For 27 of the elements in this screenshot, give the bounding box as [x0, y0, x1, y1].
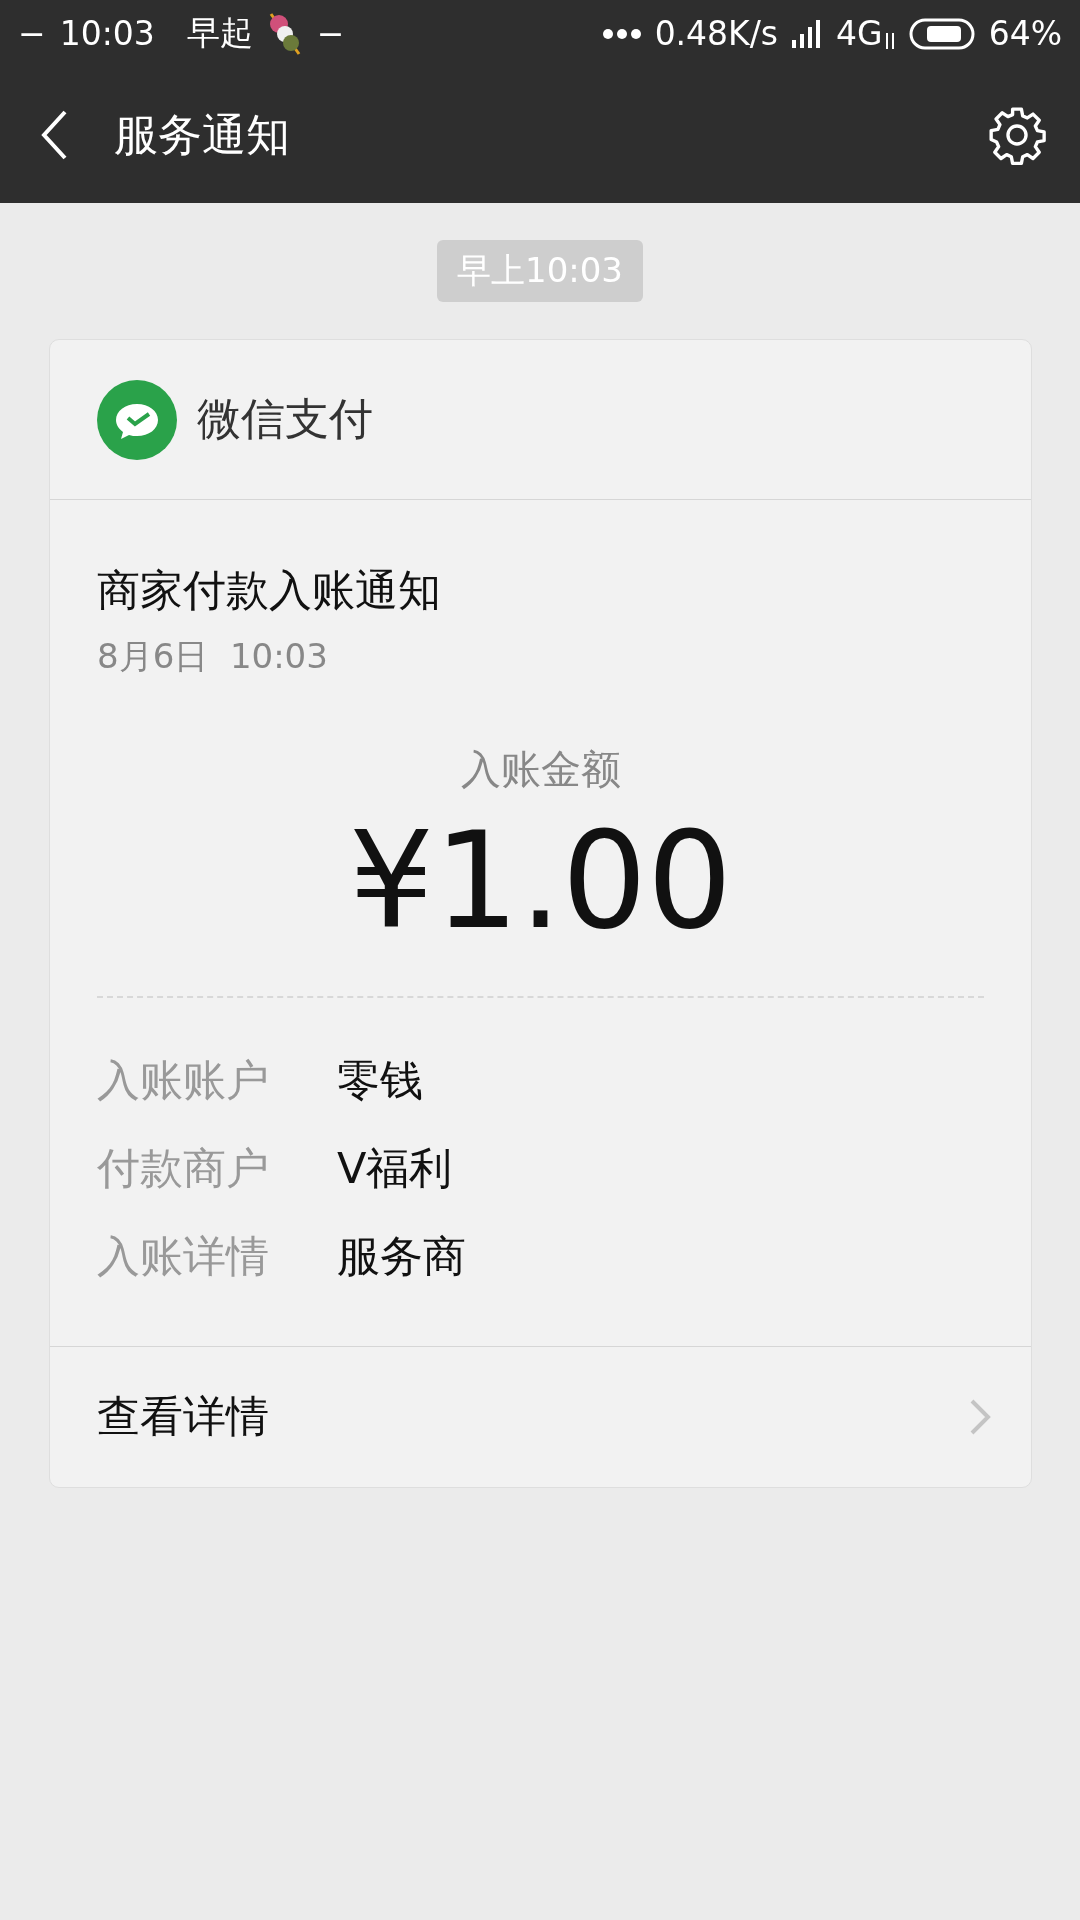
network-speed: 0.48K/s — [654, 14, 779, 53]
detail-value: V福利 — [337, 1141, 453, 1195]
battery-level: 64% — [988, 14, 1062, 53]
settings-icon[interactable] — [986, 104, 1048, 166]
notice-title: 商家付款入账通知 — [97, 564, 442, 617]
detail-label: 入账账户 — [97, 1053, 270, 1107]
network-type: 4G — [836, 14, 883, 53]
detail-value: 服务商 — [337, 1229, 466, 1283]
notice-date: 8月6日 10:03 — [97, 635, 329, 678]
wechat-pay-icon — [97, 379, 177, 460]
detail-label: 付款商户 — [97, 1141, 270, 1195]
more-dots-icon — [602, 28, 641, 39]
back-icon[interactable] — [40, 109, 68, 161]
chevron-icon — [969, 1397, 991, 1436]
page-title: 服务通知 — [114, 107, 291, 162]
status-time: 10:03 — [59, 14, 155, 53]
signal-icon — [792, 19, 823, 48]
status-dash: − — [316, 14, 345, 53]
details-link[interactable]: 查看详情 — [50, 1345, 1031, 1487]
source-name: 微信支付 — [197, 392, 373, 446]
detail-label: 入账详情 — [97, 1229, 270, 1283]
battery-icon — [908, 17, 975, 50]
detail-value: 零钱 — [337, 1053, 423, 1107]
amount-label: 入账金额 — [459, 745, 622, 794]
status-dash: − — [18, 14, 46, 53]
status-note: 早起 — [186, 12, 253, 54]
amount-value: ¥1.00 — [347, 802, 734, 961]
